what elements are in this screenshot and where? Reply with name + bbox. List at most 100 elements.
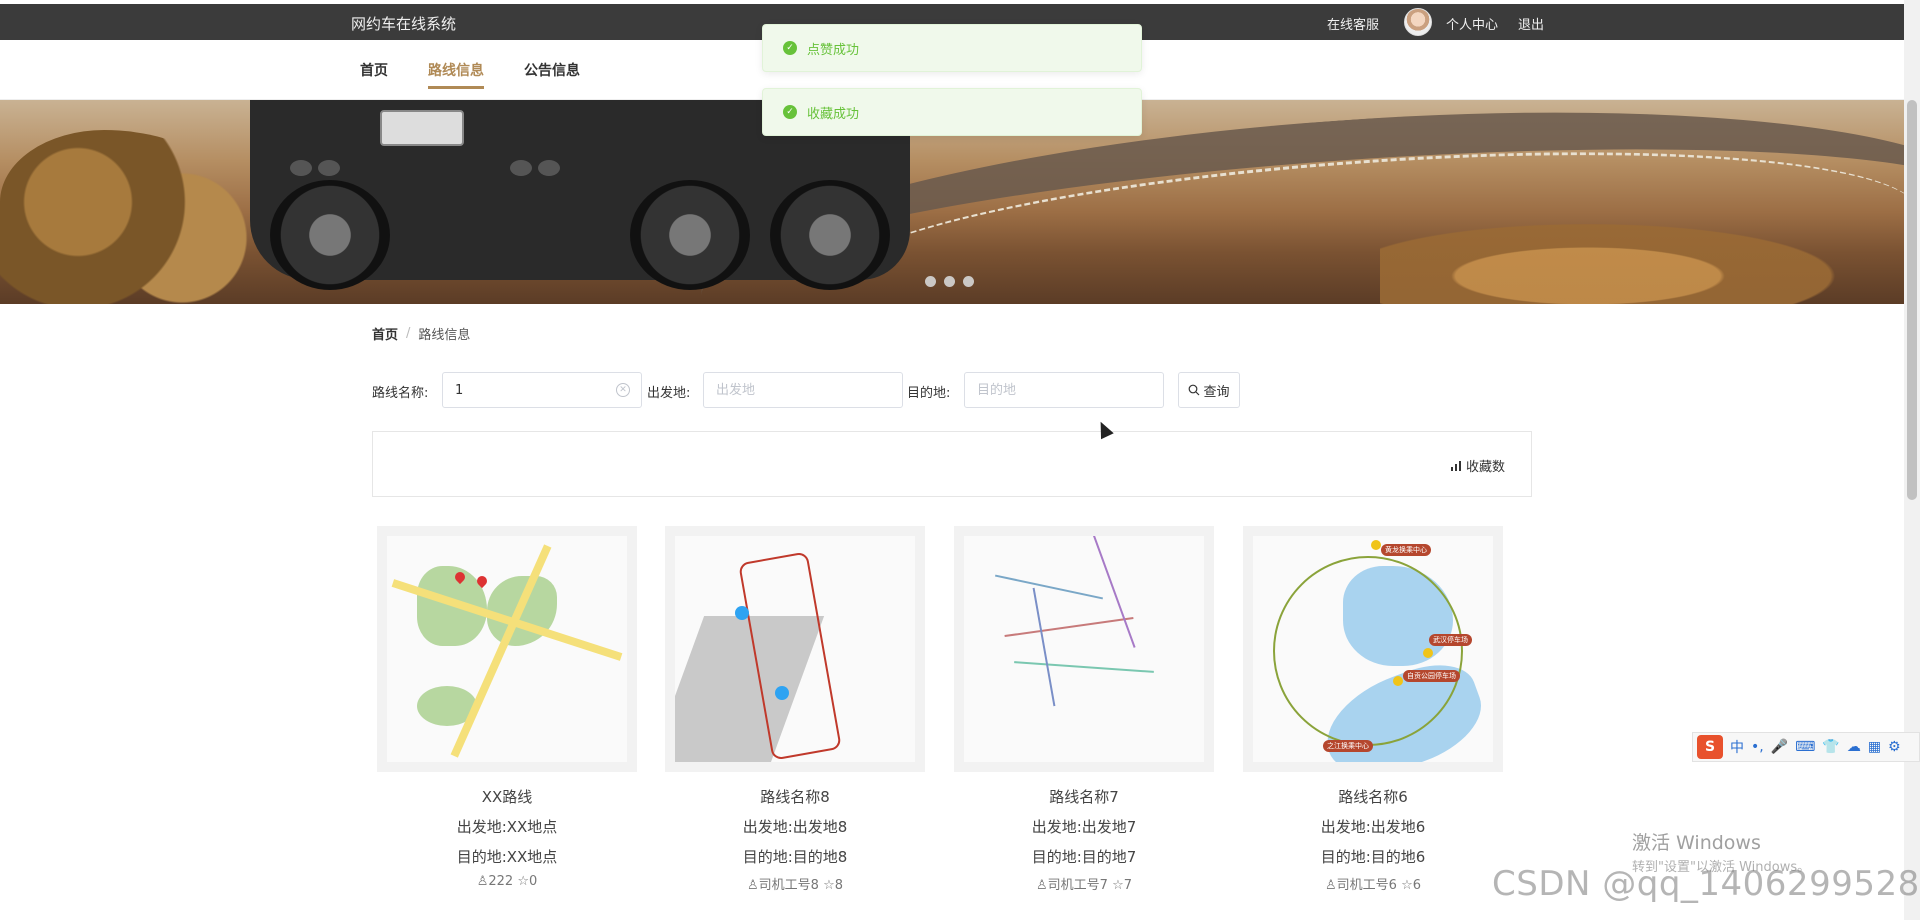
ime-item[interactable]: 中 <box>1730 737 1744 757</box>
route-card[interactable]: 黄龙换乘中心 武汉停车场 自贡公园停车场 之江换乘中心 路线名称6 出发地:出发… <box>1243 526 1503 893</box>
scrollbar-thumb[interactable] <box>1907 100 1917 500</box>
route-driver: 222 <box>488 874 514 889</box>
route-origin: 出发地:出发地7 <box>1031 818 1137 836</box>
star-icon: ☆ <box>1401 878 1413 893</box>
map-label: 黄龙换乘中心 <box>1381 544 1431 556</box>
carousel-dot[interactable] <box>925 276 936 287</box>
route-thumbnail <box>377 526 637 772</box>
route-meta: ♙司机工号8 ☆8 <box>665 874 925 893</box>
route-favorites: 7 <box>1123 878 1132 893</box>
route-favorites: 8 <box>834 878 843 893</box>
route-origin: 出发地:出发地6 <box>1320 818 1426 836</box>
route-card[interactable]: 路线名称8 出发地:出发地8 目的地:目的地8 ♙司机工号8 ☆8 <box>665 526 925 893</box>
carousel-dot[interactable] <box>963 276 974 287</box>
car-wheel <box>270 180 390 290</box>
check-circle-icon: ✓ <box>783 41 797 55</box>
nav-item-routes[interactable]: 路线信息 <box>428 60 484 89</box>
ime-item[interactable]: ⚙ <box>1888 739 1901 755</box>
route-title: 路线名称6 <box>1338 788 1408 806</box>
ime-toolbar[interactable]: S 中 •, 🎤 ⌨ 👕 ☁ ▦ ⚙ <box>1692 732 1920 762</box>
user-icon: ♙ <box>1035 878 1048 893</box>
sort-favorites-button[interactable]: 收藏数 <box>1450 456 1505 475</box>
sogou-logo-icon[interactable]: S <box>1697 735 1723 759</box>
profile-link[interactable]: 个人中心 <box>1446 14 1498 33</box>
route-destination: 目的地:目的地6 <box>1320 848 1426 866</box>
toast-favorite-success: ✓ 收藏成功 <box>762 88 1142 136</box>
page-scrollbar[interactable] <box>1904 0 1920 920</box>
map-label: 武汉停车场 <box>1429 634 1472 646</box>
route-origin: 出发地:出发地8 <box>742 818 848 836</box>
route-meta: ♙222 ☆0 <box>377 874 637 889</box>
breadcrumb-separator: / <box>406 326 411 341</box>
route-destination: 目的地:XX地点 <box>456 848 558 866</box>
route-card[interactable]: XX路线 出发地:XX地点 目的地:XX地点 ♙222 ☆0 <box>377 526 637 889</box>
route-destination: 目的地:目的地7 <box>1031 848 1137 866</box>
route-driver: 司机工号7 <box>1047 878 1108 893</box>
destination-input[interactable] <box>964 372 1164 408</box>
route-driver: 司机工号8 <box>758 878 819 893</box>
car-plate <box>380 110 464 146</box>
ime-item[interactable]: ⌨ <box>1795 739 1815 755</box>
route-thumbnail <box>954 526 1214 772</box>
csdn-watermark: CSDN @qq_1406299528 <box>1492 864 1920 904</box>
route-map-image <box>387 536 627 762</box>
origin-input[interactable] <box>703 372 903 408</box>
ime-item[interactable]: •, <box>1751 739 1764 755</box>
route-title: 路线名称8 <box>760 788 830 806</box>
destination-label: 目的地: <box>907 386 951 401</box>
route-driver: 司机工号6 <box>1336 878 1397 893</box>
route-map-image: 黄龙换乘中心 武汉停车场 自贡公园停车场 之江换乘中心 <box>1253 536 1493 762</box>
query-button-label: 查询 <box>1203 384 1230 400</box>
user-icon: ♙ <box>1324 878 1337 893</box>
route-favorites: 0 <box>529 874 538 889</box>
route-favorites: 6 <box>1412 878 1421 893</box>
query-button[interactable]: 查询 <box>1178 372 1240 408</box>
banner-bush-left <box>0 130 260 304</box>
site-title: 网约车在线系统 <box>351 15 457 33</box>
ime-item[interactable]: 🎤 <box>1771 739 1788 755</box>
route-destination: 目的地:目的地8 <box>742 848 848 866</box>
route-thumbnail <box>665 526 925 772</box>
route-card[interactable]: 路线名称7 出发地:出发地7 目的地:目的地7 ♙司机工号7 ☆7 <box>954 526 1214 893</box>
car-exhaust <box>290 160 312 176</box>
map-label: 自贡公园停车场 <box>1403 670 1460 682</box>
route-meta: ♙司机工号6 ☆6 <box>1243 874 1503 893</box>
car-wheel <box>770 180 890 290</box>
ime-item[interactable]: ▦ <box>1868 739 1881 755</box>
nav-item-home[interactable]: 首页 <box>360 60 388 80</box>
route-thumbnail: 黄龙换乘中心 武汉停车场 自贡公园停车场 之江换乘中心 <box>1243 526 1503 772</box>
route-name-input[interactable] <box>442 372 642 408</box>
nav-item-notices[interactable]: 公告信息 <box>524 60 580 80</box>
online-service-link[interactable]: 在线客服 <box>1327 14 1379 33</box>
map-label: 之江换乘中心 <box>1323 740 1373 752</box>
route-map-image <box>675 536 915 762</box>
ime-item[interactable]: ☁ <box>1847 739 1861 755</box>
car-wheel <box>630 180 750 290</box>
viewport: 网约车在线系统 在线客服 个人中心 退出 首页 路线信息 公告信息 ✓ 点赞成功… <box>0 0 1920 920</box>
star-icon: ☆ <box>1112 878 1124 893</box>
breadcrumb-home[interactable]: 首页 <box>372 324 398 343</box>
route-origin: 出发地:XX地点 <box>456 818 558 836</box>
logout-link[interactable]: 退出 <box>1518 14 1544 33</box>
carousel-dot[interactable] <box>944 276 955 287</box>
breadcrumb: 首页 / 路线信息 <box>372 324 470 343</box>
clear-icon[interactable]: ✕ <box>616 383 630 397</box>
route-meta: ♙司机工号7 ☆7 <box>954 874 1214 893</box>
user-icon: ♙ <box>746 878 759 893</box>
user-icon: ♙ <box>476 874 489 889</box>
search-icon <box>1189 384 1200 396</box>
route-title: XX路线 <box>481 788 533 806</box>
star-icon: ☆ <box>517 874 529 889</box>
sort-bar: 收藏数 <box>372 431 1532 497</box>
avatar[interactable] <box>1404 8 1432 36</box>
toast-message: 点赞成功 <box>807 42 860 58</box>
route-map-image <box>964 536 1204 762</box>
origin-label: 出发地: <box>647 386 691 401</box>
sort-favorites-label: 收藏数 <box>1465 460 1505 475</box>
banner-bush-right <box>1380 210 1900 304</box>
carousel-indicators <box>925 276 974 287</box>
toast-message: 收藏成功 <box>807 106 860 122</box>
car-exhaust <box>538 160 560 176</box>
windows-activation-title: 激活 Windows <box>1632 832 1761 854</box>
ime-item[interactable]: 👕 <box>1822 739 1839 755</box>
